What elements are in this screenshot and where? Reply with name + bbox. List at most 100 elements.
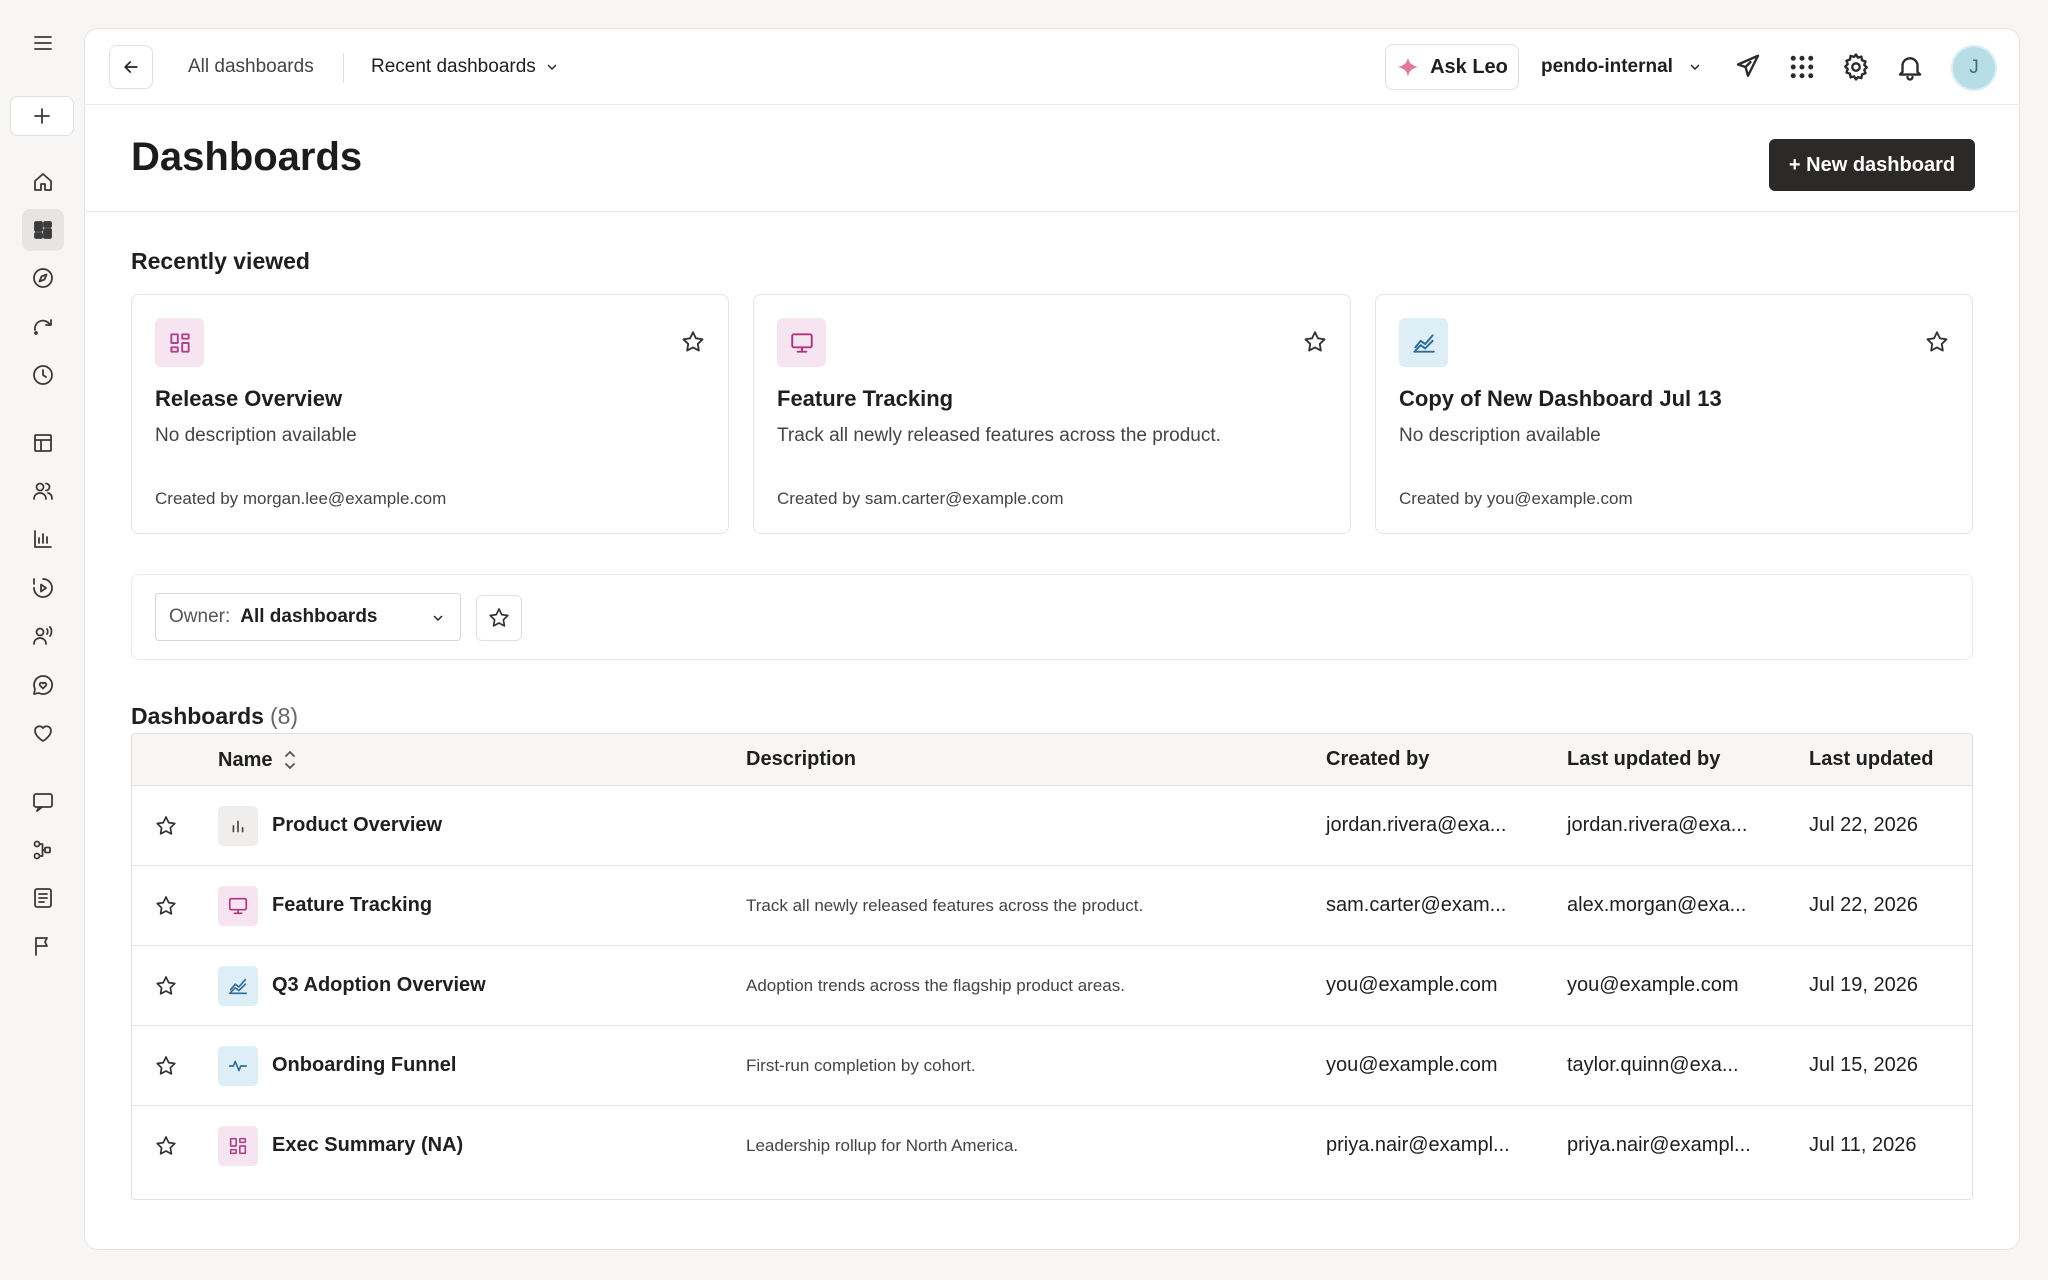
table-row[interactable]: Exec Summary (NA) Leadership rollup for … xyxy=(132,1106,1972,1186)
card-icon xyxy=(777,318,826,367)
row-icon xyxy=(218,886,258,926)
notifications-button[interactable] xyxy=(1894,51,1926,83)
favorite-star-button[interactable] xyxy=(680,329,706,355)
org-selector[interactable]: pendo-internal xyxy=(1541,56,1703,78)
column-header-name[interactable]: Name xyxy=(218,748,298,772)
nav-dashboards[interactable] xyxy=(22,209,64,251)
settings-button[interactable] xyxy=(1840,51,1872,83)
table-row[interactable]: Q3 Adoption Overview Adoption trends acr… xyxy=(132,946,1972,1026)
nav-layouts[interactable] xyxy=(22,422,64,464)
chat-heart-icon xyxy=(33,675,54,695)
bar-chart-icon xyxy=(232,820,244,833)
dashboards-table: Name Description Created by Last updated… xyxy=(131,733,1973,1200)
menu-icon[interactable] xyxy=(22,22,64,64)
owner-filter-select[interactable]: Owner: All dashboards xyxy=(155,593,461,641)
redo-icon xyxy=(34,319,52,335)
grid-icon xyxy=(169,332,190,353)
trend-icon xyxy=(228,978,248,995)
main-panel: All dashboards Recent dashboards Ask Leo… xyxy=(84,28,2020,1250)
card-description: No description available xyxy=(155,425,357,446)
table-row[interactable]: Product Overview jordan.rivera@exa... jo… xyxy=(132,786,1972,866)
create-button[interactable] xyxy=(10,96,74,136)
recent-dashboards-dropdown[interactable]: Recent dashboards xyxy=(371,56,560,78)
star-icon xyxy=(156,896,176,915)
dashboard-name-link[interactable]: Exec Summary (NA) xyxy=(272,1134,463,1157)
dashboard-name-link[interactable]: Product Overview xyxy=(272,814,442,837)
ask-leo-button[interactable]: Ask Leo xyxy=(1385,44,1519,90)
bell-icon xyxy=(1898,57,1922,81)
created-by: you@example.com xyxy=(1326,1054,1498,1076)
nav-flags[interactable] xyxy=(22,925,64,967)
recent-card[interactable]: Copy of New Dashboard Jul 13 No descript… xyxy=(1375,294,1973,534)
nav-health[interactable] xyxy=(22,712,64,754)
dashboard-name-link[interactable]: Feature Tracking xyxy=(272,894,432,917)
table-row[interactable]: Onboarding Funnel First-run completion b… xyxy=(132,1026,1972,1106)
last-updated: Jul 22, 2026 xyxy=(1809,814,1918,836)
plus-icon xyxy=(34,108,50,124)
monitor-icon xyxy=(228,897,248,915)
star-icon xyxy=(682,331,704,352)
nav-reports[interactable] xyxy=(22,877,64,919)
trend-icon xyxy=(1412,333,1435,353)
nav-history[interactable] xyxy=(22,354,64,396)
dashboard-name-link[interactable]: Onboarding Funnel xyxy=(272,1054,456,1077)
card-icon xyxy=(1399,318,1448,367)
card-title: Copy of New Dashboard Jul 13 xyxy=(1399,386,1722,411)
nav-explore[interactable] xyxy=(22,257,64,299)
row-icon xyxy=(218,966,258,1006)
created-by: sam.carter@exam... xyxy=(1326,894,1507,916)
last-updated-by: taylor.quinn@exa... xyxy=(1567,1054,1739,1076)
play-circle-icon xyxy=(33,578,53,598)
recent-card[interactable]: Feature Tracking Track all newly release… xyxy=(753,294,1351,534)
flag-icon xyxy=(35,937,48,956)
nav-nps[interactable] xyxy=(22,664,64,706)
favorite-star-button[interactable] xyxy=(154,814,178,838)
star-icon xyxy=(156,1056,176,1075)
row-icon xyxy=(218,1046,258,1086)
nav-replays[interactable] xyxy=(22,567,64,609)
favorite-star-button[interactable] xyxy=(154,1054,178,1078)
favorite-star-button[interactable] xyxy=(1924,329,1950,355)
favorite-star-button[interactable] xyxy=(1302,329,1328,355)
recent-dashboards-label: Recent dashboards xyxy=(371,56,536,77)
gear-icon xyxy=(1844,53,1868,81)
last-updated: Jul 15, 2026 xyxy=(1809,1054,1918,1076)
announcements-button[interactable] xyxy=(1732,51,1764,83)
favorite-star-button[interactable] xyxy=(154,894,178,918)
nav-analytics[interactable] xyxy=(22,518,64,560)
row-icon xyxy=(218,1126,258,1166)
nav-journeys[interactable] xyxy=(22,305,64,347)
pulse-icon xyxy=(228,1060,248,1072)
nav-feedback[interactable] xyxy=(22,615,64,657)
favorites-filter-button[interactable] xyxy=(476,595,522,641)
column-header-created-by: Created by xyxy=(1326,748,1430,770)
flow-icon xyxy=(33,840,51,860)
nav-people[interactable] xyxy=(22,470,64,512)
user-avatar[interactable]: J xyxy=(1951,45,1997,91)
back-button[interactable] xyxy=(109,45,153,89)
grid-icon xyxy=(229,1137,247,1155)
breadcrumb-all-dashboards[interactable]: All dashboards xyxy=(188,56,314,78)
apps-button[interactable] xyxy=(1786,51,1818,83)
created-by: priya.nair@exampl... xyxy=(1326,1134,1510,1156)
recent-card[interactable]: Release Overview No description availabl… xyxy=(131,294,729,534)
favorite-star-button[interactable] xyxy=(154,974,178,998)
nav-messages[interactable] xyxy=(22,781,64,823)
star-icon xyxy=(1304,331,1326,352)
apps-grid-icon xyxy=(1790,55,1814,79)
document-icon xyxy=(34,888,52,908)
compass-icon xyxy=(33,268,53,288)
chevron-down-icon xyxy=(433,615,443,621)
card-creator: Created by morgan.lee@example.com xyxy=(155,489,447,508)
nav-workflows[interactable] xyxy=(22,829,64,871)
table-row[interactable]: Feature Tracking Track all newly release… xyxy=(132,866,1972,946)
users-icon xyxy=(33,482,53,500)
new-dashboard-button[interactable]: + New dashboard xyxy=(1769,139,1975,191)
nav-home[interactable] xyxy=(22,161,64,203)
message-icon xyxy=(33,793,53,812)
dashboard-name-link[interactable]: Q3 Adoption Overview xyxy=(272,974,486,997)
favorite-star-button[interactable] xyxy=(154,1134,178,1158)
card-title: Feature Tracking xyxy=(777,386,954,411)
star-icon xyxy=(156,976,176,995)
owner-filter-label: Owner: xyxy=(169,606,231,627)
